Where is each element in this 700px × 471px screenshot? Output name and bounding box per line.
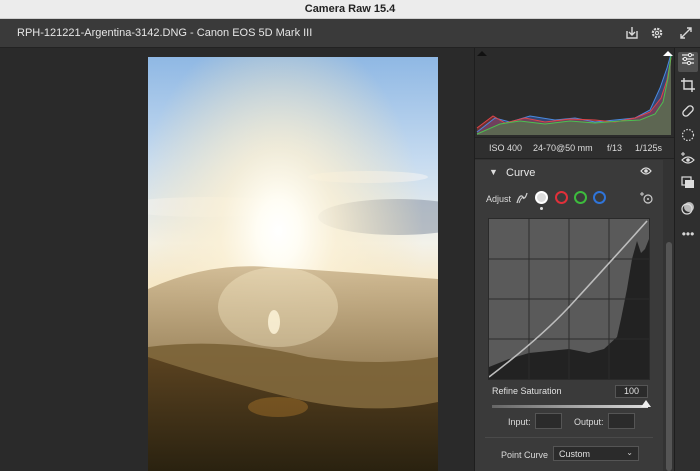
gear-icon[interactable] — [649, 25, 665, 41]
more-icon[interactable]: ••• — [678, 224, 698, 244]
selected-indicator — [540, 207, 543, 210]
image-canvas[interactable] — [0, 48, 474, 471]
targeted-adjustment-icon[interactable] — [640, 191, 654, 210]
edit-sliders-icon[interactable] — [678, 52, 698, 72]
file-title: RPH-121221-Argentina-3142.DNG - Canon EO… — [17, 27, 313, 39]
presets-icon[interactable] — [678, 176, 698, 196]
scrollbar-thumb[interactable] — [666, 242, 672, 471]
input-label: Input: — [508, 417, 531, 427]
curve-title: Curve — [506, 167, 536, 179]
edit-panel: ISO 400 24-70@50 mm f/13 1/125s ▼ Curve … — [474, 48, 675, 471]
input-field[interactable] — [535, 413, 562, 429]
parametric-curve-icon[interactable] — [515, 191, 529, 210]
red-channel-button[interactable] — [555, 191, 568, 204]
point-curve-value: Custom — [559, 449, 591, 459]
refine-saturation-slider[interactable] — [492, 405, 648, 408]
healing-icon[interactable] — [678, 104, 698, 124]
window-titlebar: Camera Raw 15.4 — [0, 0, 700, 19]
shutter-value: 1/125s — [635, 143, 663, 153]
tone-curve-graph[interactable] — [488, 218, 650, 380]
lens-value: 24-70@50 mm — [533, 143, 593, 153]
expand-icon[interactable] — [678, 25, 694, 41]
file-header-bar: RPH-121221-Argentina-3142.DNG - Canon EO… — [0, 19, 700, 48]
refine-saturation-label: Refine Saturation — [492, 386, 562, 396]
app-title: Camera Raw 15.4 — [304, 3, 396, 15]
green-channel-button[interactable] — [574, 191, 587, 204]
point-curve-select[interactable]: Custom ⌄ — [553, 446, 639, 461]
aperture-value: f/13 — [607, 143, 623, 153]
adjust-label: Adjust — [486, 194, 512, 204]
curve-section: ▼ Curve Adjust Refine Saturation 100 Inp… — [475, 160, 663, 471]
tool-strip: ••• — [674, 48, 700, 471]
rgb-channel-button[interactable] — [535, 191, 548, 204]
exif-bar: ISO 400 24-70@50 mm f/13 1/125s — [475, 137, 675, 159]
redeye-icon[interactable] — [678, 152, 698, 172]
output-label: Output: — [574, 417, 604, 427]
chevron-down-icon[interactable]: ▼ — [489, 167, 498, 177]
iso-value: ISO 400 — [489, 143, 523, 153]
blue-channel-button[interactable] — [593, 191, 606, 204]
crop-icon[interactable] — [678, 78, 698, 98]
snapshots-icon[interactable] — [678, 201, 698, 221]
masking-icon[interactable] — [678, 128, 698, 148]
photo-preview[interactable] — [148, 57, 438, 471]
refine-saturation-input[interactable]: 100 — [615, 385, 648, 398]
eye-icon[interactable] — [640, 166, 652, 179]
histogram — [475, 48, 675, 137]
download-icon[interactable] — [624, 25, 640, 41]
curve-header[interactable]: ▼ Curve — [475, 160, 663, 186]
point-curve-label: Point Curve — [501, 450, 549, 460]
divider — [485, 437, 653, 438]
chevron-down-icon: ⌄ — [626, 448, 633, 457]
output-field[interactable] — [608, 413, 635, 429]
slider-thumb[interactable] — [641, 400, 651, 407]
